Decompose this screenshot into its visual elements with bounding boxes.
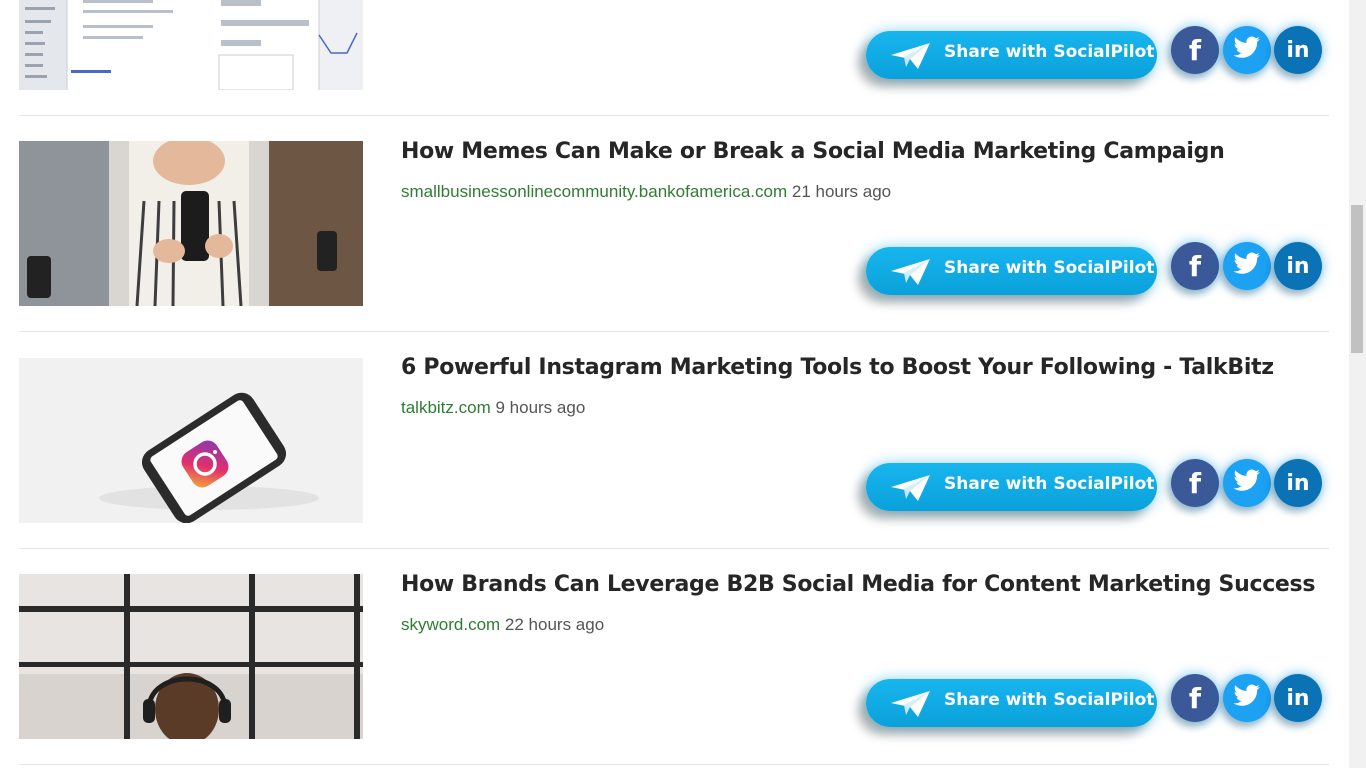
linkedin-share-button[interactable]: in xyxy=(1274,459,1322,507)
share-with-socialpilot-button[interactable]: Share with SocialPilot xyxy=(866,31,1157,79)
share-button-label: Share with SocialPilot xyxy=(944,474,1155,494)
facebook-icon: f xyxy=(1188,681,1202,715)
paper-plane-icon xyxy=(890,42,932,75)
article-source-link[interactable]: skyword.com xyxy=(401,615,500,634)
twitter-icon xyxy=(1233,683,1261,713)
facebook-share-button[interactable]: f xyxy=(1171,674,1219,722)
twitter-share-button[interactable] xyxy=(1223,674,1271,722)
linkedin-icon: in xyxy=(1286,685,1310,711)
share-button-label: Share with SocialPilot xyxy=(944,690,1155,710)
article-timestamp: 22 hours ago xyxy=(504,615,605,634)
linkedin-icon: in xyxy=(1286,470,1310,496)
row-divider xyxy=(19,115,1329,116)
share-with-socialpilot-button[interactable]: Share with SocialPilot xyxy=(866,247,1157,295)
twitter-icon xyxy=(1233,468,1261,498)
facebook-share-button[interactable]: f xyxy=(1171,242,1219,290)
facebook-icon: f xyxy=(1188,249,1202,283)
article-meta: talkbitz.com 9 hours ago xyxy=(401,398,585,418)
paper-plane-icon xyxy=(890,258,932,291)
article-timestamp: 9 hours ago xyxy=(495,398,586,417)
row-divider xyxy=(19,331,1329,332)
linkedin-share-button[interactable]: in xyxy=(1274,242,1322,290)
row-divider xyxy=(19,764,1329,765)
share-with-socialpilot-button[interactable]: Share with SocialPilot xyxy=(866,463,1157,511)
vertical-scrollbar[interactable] xyxy=(1349,0,1366,768)
facebook-icon: f xyxy=(1188,466,1202,500)
scrollbar-thumb[interactable] xyxy=(1351,205,1363,353)
paper-plane-icon xyxy=(890,474,932,507)
linkedin-share-button[interactable]: in xyxy=(1274,26,1322,74)
facebook-share-button[interactable]: f xyxy=(1171,459,1219,507)
article-title[interactable]: How Brands Can Leverage B2B Social Media… xyxy=(401,572,1315,597)
article-timestamp: 21 hours ago xyxy=(791,182,892,201)
article-thumbnail[interactable] xyxy=(19,141,363,306)
article-title[interactable]: 6 Powerful Instagram Marketing Tools to … xyxy=(401,355,1309,380)
linkedin-icon: in xyxy=(1286,253,1310,279)
share-button-label: Share with SocialPilot xyxy=(944,258,1155,278)
linkedin-share-button[interactable]: in xyxy=(1274,674,1322,722)
paper-plane-icon xyxy=(890,690,932,723)
twitter-icon xyxy=(1233,251,1261,281)
facebook-icon: f xyxy=(1188,33,1202,67)
linkedin-icon: in xyxy=(1286,37,1310,63)
article-meta: skyword.com 22 hours ago xyxy=(401,615,604,635)
article-thumbnail[interactable] xyxy=(19,358,363,523)
twitter-share-button[interactable] xyxy=(1223,242,1271,290)
article-feed: Share with SocialPilot f in How Memes Ca… xyxy=(0,0,1349,768)
article-meta: smallbusinessonlinecommunity.bankofameri… xyxy=(401,182,891,202)
twitter-icon xyxy=(1233,35,1261,65)
twitter-share-button[interactable] xyxy=(1223,26,1271,74)
article-title[interactable]: How Memes Can Make or Break a Social Med… xyxy=(401,139,1309,164)
facebook-share-button[interactable]: f xyxy=(1171,26,1219,74)
article-source-link[interactable]: smallbusinessonlinecommunity.bankofameri… xyxy=(401,182,787,201)
article-thumbnail[interactable] xyxy=(19,0,363,90)
twitter-share-button[interactable] xyxy=(1223,459,1271,507)
share-with-socialpilot-button[interactable]: Share with SocialPilot xyxy=(866,679,1157,727)
row-divider xyxy=(19,548,1329,549)
article-source-link[interactable]: talkbitz.com xyxy=(401,398,491,417)
share-button-label: Share with SocialPilot xyxy=(944,42,1155,62)
article-thumbnail[interactable] xyxy=(19,574,363,739)
